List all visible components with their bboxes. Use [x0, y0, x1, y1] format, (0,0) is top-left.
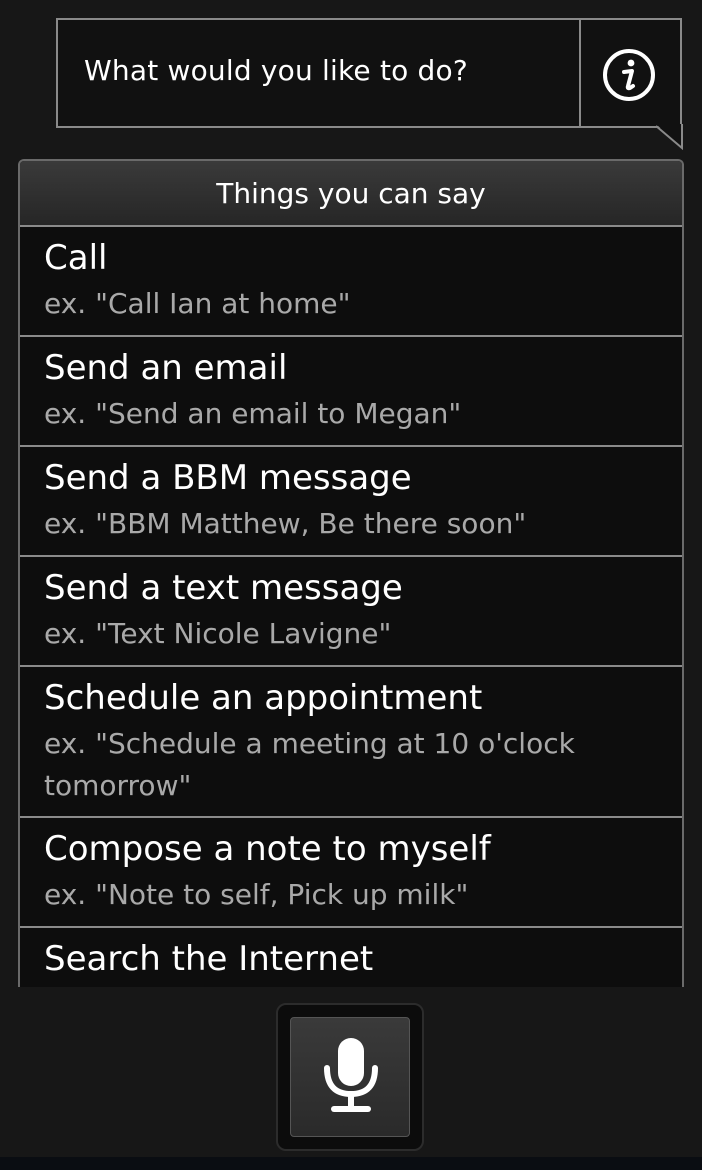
item-example: ex. "Note to self, Pick up milk" — [44, 878, 469, 911]
microphone-button[interactable] — [290, 1017, 410, 1137]
voice-control-screen: What would you like to do? Things you ca… — [0, 0, 702, 1170]
prompt-bubble: What would you like to do? — [56, 18, 682, 128]
list-item[interactable]: Schedule an appointment ex. "Schedule a … — [20, 667, 682, 818]
bubble-tail — [656, 124, 683, 150]
list-item[interactable]: Send a text message ex. "Text Nicole Lav… — [20, 557, 682, 667]
item-title: Compose a note to myself — [44, 829, 491, 869]
prompt-question: What would you like to do? — [84, 54, 468, 87]
suggestions-header: Things you can say — [20, 161, 682, 227]
list-item[interactable]: Send an email ex. "Send an email to Mega… — [20, 337, 682, 447]
item-example: ex. "Text Nicole Lavigne" — [44, 617, 392, 650]
item-title: Search the Internet — [44, 939, 374, 979]
item-title: Send a BBM message — [44, 458, 412, 498]
item-title: Call — [44, 238, 108, 278]
info-button[interactable] — [602, 48, 656, 102]
info-icon — [603, 49, 655, 101]
suggestions-panel: Things you can say Call ex. "Call Ian at… — [18, 159, 684, 987]
item-title: Schedule an appointment — [44, 678, 483, 718]
bottom-strip — [0, 1157, 702, 1170]
prompt-divider — [579, 20, 581, 126]
list-item[interactable]: Call ex. "Call Ian at home" — [20, 227, 682, 337]
list-item[interactable]: Send a BBM message ex. "BBM Matthew, Be … — [20, 447, 682, 557]
list-item[interactable]: Compose a note to myself ex. "Note to se… — [20, 818, 682, 928]
item-title: Send an email — [44, 348, 288, 388]
item-example: ex. "Send an email to Megan" — [44, 397, 462, 430]
item-example: ex. "Schedule a meeting at 10 o'clock to… — [44, 727, 575, 802]
microphone-icon — [324, 1038, 378, 1112]
list-item[interactable]: Search the Internet — [20, 928, 682, 987]
mic-frame — [276, 1003, 424, 1151]
item-example: ex. "BBM Matthew, Be there soon" — [44, 507, 527, 540]
item-title: Send a text message — [44, 568, 403, 608]
item-example: ex. "Call Ian at home" — [44, 287, 351, 320]
